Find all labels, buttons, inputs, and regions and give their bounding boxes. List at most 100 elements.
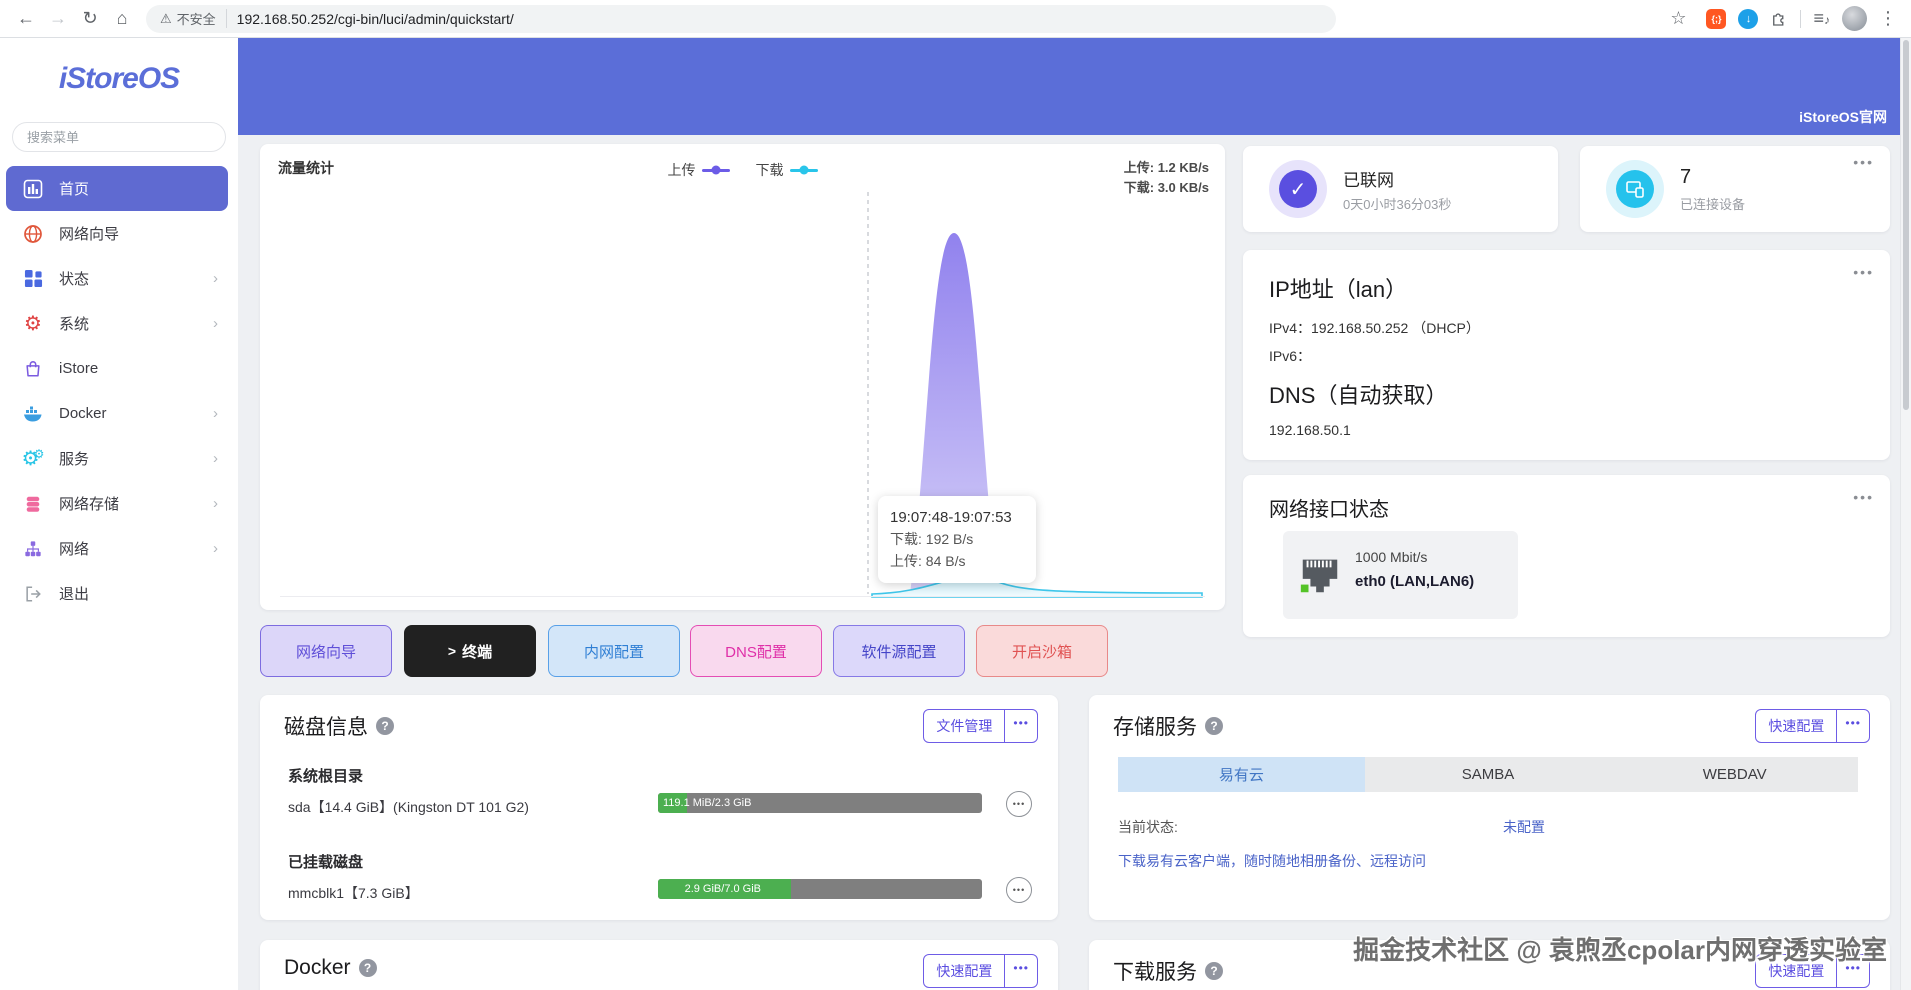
button-label: 内网配置 — [583, 643, 644, 661]
traffic-stats-card: 流量统计 上传 下载 上传: 1.2 KB/s 下载: 3.0 KB/s 19:… — [260, 144, 1225, 610]
sidebar-item-home[interactable]: 首页 — [6, 166, 228, 211]
help-icon[interactable]: ? — [358, 959, 377, 977]
legend-upload-label: 上传 — [667, 162, 696, 178]
interface-more-icon[interactable]: ••• — [1853, 489, 1874, 505]
docker-more-button[interactable]: ••• — [1004, 955, 1037, 987]
interface-speed: 1000 Mbit/s — [1355, 549, 1428, 565]
internet-status-card: ✓ 已联网 0天0小时36分03秒 — [1243, 146, 1558, 232]
upload-rate: 上传: 1.2 KB/s — [1123, 160, 1209, 175]
forward-icon[interactable]: → — [42, 3, 74, 35]
button-label: DNS配置 — [725, 643, 787, 661]
home-dashboard-icon — [22, 178, 44, 200]
extensions-puzzle-icon[interactable] — [1770, 10, 1788, 28]
toolbar-divider — [1800, 9, 1802, 28]
chevron-right-icon: › — [213, 270, 218, 287]
help-icon[interactable]: ? — [1205, 962, 1223, 980]
storage-more-button[interactable]: ••• — [1836, 710, 1869, 742]
sidebar-item-istore[interactable]: iStore — [6, 346, 228, 391]
sidebar-item-network[interactable]: 网络 › — [6, 526, 228, 571]
dns-config-button[interactable]: DNS配置 — [690, 625, 822, 677]
scrollbar-thumb[interactable] — [1903, 40, 1909, 410]
ip-more-icon[interactable]: ••• — [1853, 264, 1874, 280]
legend-upload[interactable]: 上传 — [668, 160, 730, 180]
status-grid-icon — [22, 268, 44, 290]
watermark-text: 掘金技术社区 @ 袁煦丞cpolar内网穿透实验室 — [1353, 935, 1887, 965]
help-icon[interactable]: ? — [376, 717, 394, 735]
main-content: 流量统计 上传 下载 上传: 1.2 KB/s 下载: 3.0 KB/s 19:… — [238, 135, 1911, 990]
tooltip-download: 下载: 192 B/s — [890, 531, 974, 548]
sidebar-item-status[interactable]: 状态 › — [6, 256, 228, 301]
terminal-button[interactable]: > 终端 — [404, 625, 536, 677]
network-wizard-button[interactable]: 网络向导 — [260, 625, 392, 677]
internet-status-title: 已联网 — [1343, 171, 1394, 190]
button-label: 开启沙箱 — [1011, 643, 1072, 661]
page-header: iStoreOS官网 — [238, 38, 1911, 135]
devices-more-icon[interactable]: ••• — [1853, 154, 1874, 170]
sidebar-item-label: 网络存储 — [59, 496, 120, 513]
address-bar[interactable]: ⚠ 不安全 192.168.50.252/cgi-bin/luci/admin/… — [146, 4, 1336, 33]
extension-blue-icon[interactable]: ↓ — [1738, 8, 1759, 29]
interface-entry[interactable]: 1000 Mbit/s eth0 (LAN,LAN6) — [1283, 531, 1518, 619]
interface-name: eth0 (LAN,LAN6) — [1355, 573, 1475, 590]
sidebar-item-system[interactable]: ⚙ 系统 › — [6, 301, 228, 346]
extension-orange-icon[interactable]: {;} — [1706, 8, 1727, 29]
reading-list-icon[interactable]: ≡♪ — [1813, 8, 1830, 29]
sidebar-item-label: 服务 — [59, 451, 90, 468]
docker-actions: 快速配置 ••• — [923, 954, 1038, 988]
client-download-link[interactable]: 下载易有云客户端，随时随地相册备份、远程访问 — [1118, 851, 1426, 871]
disk-device-label: sda【14.4 GiB】(Kingston DT 101 G2) — [288, 799, 529, 815]
traffic-chart-svg[interactable] — [280, 184, 1205, 599]
sidebar-item-label: 网络向导 — [59, 226, 120, 243]
browser-toolbar: ← → ↻ ⌂ ⚠ 不安全 192.168.50.252/cgi-bin/luc… — [0, 0, 1911, 38]
devices-halo — [1606, 160, 1664, 218]
official-site-link[interactable]: iStoreOS官网 — [1799, 107, 1887, 127]
chevron-right-icon: › — [213, 450, 218, 467]
tab-webdav[interactable]: WEBDAV — [1611, 757, 1859, 792]
storage-service-card: 存储服务 ? 快速配置 ••• 易有云 SAMBA WEBDAV 当前状态: 未… — [1089, 695, 1890, 920]
sidebar-item-docker[interactable]: Docker › — [6, 391, 228, 436]
disk-more-button[interactable]: ••• — [1004, 710, 1037, 742]
sidebar-item-services[interactable]: ⚙ ⚙ 服务 › — [6, 436, 228, 481]
check-halo: ✓ — [1269, 160, 1327, 218]
device-count: 7 — [1680, 166, 1692, 188]
docker-card: Docker ? 快速配置 ••• — [260, 940, 1058, 990]
help-icon[interactable]: ? — [1205, 717, 1223, 735]
security-chip[interactable]: ⚠ 不安全 — [160, 9, 227, 28]
sidebar-item-network-wizard[interactable]: 网络向导 — [6, 211, 228, 256]
disk-row-menu-icon[interactable]: ••• — [1006, 791, 1032, 817]
browser-menu-icon[interactable]: ⋮ — [1879, 8, 1897, 29]
ipv4-line: IPv4：192.168.50.252 （DHCP） — [1269, 320, 1480, 336]
url-text[interactable]: 192.168.50.252/cgi-bin/luci/admin/quicks… — [237, 11, 514, 27]
bookmark-star-icon[interactable]: ☆ — [1662, 3, 1694, 35]
menu-search-input[interactable] — [12, 122, 226, 152]
tab-ddnsto[interactable]: 易有云 — [1118, 757, 1365, 792]
page-scrollbar[interactable] — [1900, 38, 1911, 990]
download-series-marker-icon — [789, 165, 818, 175]
sidebar-item-nas[interactable]: 网络存储 › — [6, 481, 228, 526]
docker-quick-config-button[interactable]: 快速配置 — [924, 955, 1004, 987]
legend-download[interactable]: 下载 — [756, 160, 818, 180]
sandbox-button[interactable]: 开启沙箱 — [976, 625, 1108, 677]
disk-usage-text: 119.1 MiB/2.3 GiB — [663, 797, 752, 809]
disk-card-title: 磁盘信息 — [284, 716, 368, 739]
tab-samba[interactable]: SAMBA — [1364, 757, 1612, 792]
reload-icon[interactable]: ↻ — [74, 3, 106, 35]
globe-icon — [22, 223, 44, 245]
file-manager-button[interactable]: 文件管理 — [924, 710, 1004, 742]
status-value-link[interactable]: 未配置 — [1503, 817, 1545, 837]
back-icon[interactable]: ← — [10, 3, 42, 35]
logout-icon — [22, 583, 44, 605]
dns-title: DNS（自动获取） — [1269, 383, 1448, 408]
chevron-right-icon: › — [213, 315, 218, 332]
home-icon[interactable]: ⌂ — [106, 3, 138, 35]
disk-row-menu-icon[interactable]: ••• — [1006, 877, 1032, 903]
storage-actions: 快速配置 ••• — [1755, 709, 1870, 743]
ip-address-card: IP地址（lan） ••• IPv4：192.168.50.252 （DHCP）… — [1243, 250, 1890, 460]
devices-card: 7 已连接设备 ••• — [1580, 146, 1890, 232]
lan-config-button[interactable]: 内网配置 — [548, 625, 680, 677]
profile-avatar[interactable] — [1842, 6, 1867, 31]
storage-quick-config-button[interactable]: 快速配置 — [1756, 710, 1836, 742]
sidebar-item-logout[interactable]: 退出 — [6, 571, 228, 616]
tooltip-upload: 上传: 84 B/s — [890, 552, 966, 569]
repo-config-button[interactable]: 软件源配置 — [833, 625, 965, 677]
